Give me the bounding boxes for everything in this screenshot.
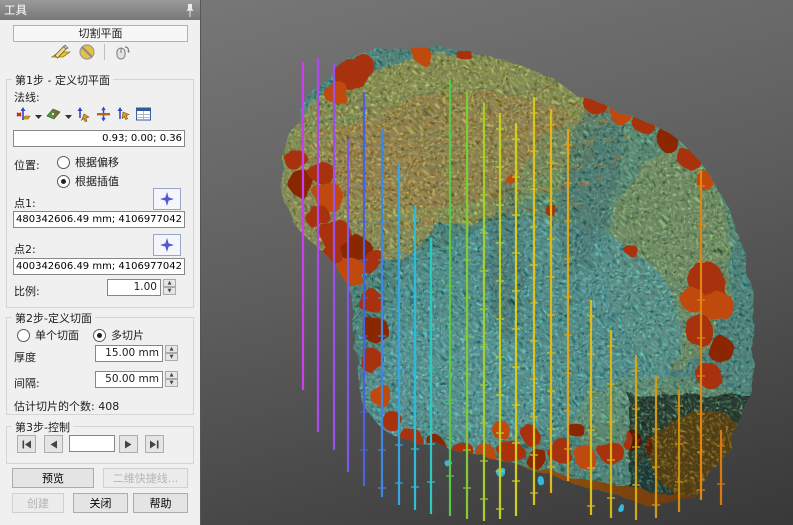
- radio-by-interpolation[interactable]: 根据插值: [57, 173, 119, 189]
- next-slice-button[interactable]: [119, 435, 138, 453]
- axes-pick-icon[interactable]: [15, 106, 32, 125]
- spacing-label: 间隔:: [14, 375, 40, 391]
- flip-normal-icon[interactable]: [95, 106, 112, 125]
- plane-pick-icon[interactable]: [45, 106, 62, 125]
- thickness-spinner: 15.00 mm ▲ ▼: [95, 345, 178, 362]
- slice-index-input[interactable]: [69, 435, 115, 452]
- disable-plane-icon[interactable]: [76, 42, 98, 62]
- radio-multi-label: 多切片: [111, 327, 144, 343]
- spacing-spinner: 50.00 mm ▲ ▼: [95, 371, 178, 388]
- panel-header: 切割平面: [13, 25, 188, 42]
- pointcloud-canvas[interactable]: [201, 0, 793, 525]
- polyline2d-button[interactable]: 二维快捷线...: [103, 468, 188, 488]
- axes-pick-dropdown-icon[interactable]: [35, 109, 42, 123]
- close-button[interactable]: 关闭: [73, 493, 128, 513]
- scale-label: 比例:: [14, 283, 40, 299]
- panel-title: 工具: [4, 2, 184, 18]
- tool-panel: 工具 切割平面: [0, 0, 200, 525]
- point1-pick-button[interactable]: [153, 188, 181, 210]
- point2-label: 点2:: [14, 241, 36, 257]
- scale-down-icon[interactable]: ▼: [163, 287, 176, 295]
- spacing-up-icon[interactable]: ▲: [165, 371, 178, 379]
- first-slice-icon: [22, 440, 31, 449]
- normal-value-input[interactable]: [13, 130, 185, 147]
- point2-value-input[interactable]: [13, 258, 185, 275]
- normal-icon-row: [15, 106, 152, 125]
- next-slice-icon: [125, 440, 132, 449]
- plane-pick-dropdown-icon[interactable]: [65, 109, 72, 123]
- scale-spinner: 1.00 ▲ ▼: [107, 279, 176, 296]
- radio-by-offset[interactable]: 根据偏移: [57, 154, 119, 170]
- step3-legend: 第3步-控制: [12, 419, 73, 435]
- thickness-value[interactable]: 15.00 mm: [95, 345, 163, 362]
- thickness-down-icon[interactable]: ▼: [165, 353, 178, 361]
- first-slice-button[interactable]: [17, 435, 36, 453]
- panel-toolbar: [50, 41, 133, 63]
- numeric-entry-icon[interactable]: [135, 106, 152, 125]
- point1-label: 点1:: [14, 195, 36, 211]
- scale-up-icon[interactable]: ▲: [163, 279, 176, 287]
- arrow-hand-pick-icon[interactable]: [75, 106, 92, 125]
- viewport[interactable]: [200, 0, 793, 525]
- edit-plane-icon[interactable]: [50, 42, 72, 62]
- step1-group: 第1步 - 定义切平面 法线:: [6, 79, 194, 308]
- step2-group: 第2步-定义切面 单个切面 多切片 厚度 15.00 mm ▲ ▼ 间隔: 50…: [6, 317, 194, 415]
- thickness-up-icon[interactable]: ▲: [165, 345, 178, 353]
- spacing-value[interactable]: 50.00 mm: [95, 371, 163, 388]
- create-button[interactable]: 创建: [12, 493, 64, 513]
- preview-button[interactable]: 预览: [12, 468, 94, 488]
- crosshair-star-icon: [160, 238, 174, 252]
- radio-single-section[interactable]: 单个切面: [17, 327, 79, 343]
- axis-hand-pick-icon[interactable]: [115, 106, 132, 125]
- prev-slice-button[interactable]: [44, 435, 63, 453]
- position-label: 位置:: [14, 157, 40, 173]
- panel-titlebar: 工具: [0, 0, 200, 20]
- toolbar-separator: [104, 44, 105, 60]
- radio-by-offset-label: 根据偏移: [75, 154, 119, 170]
- step2-legend: 第2步-定义切面: [12, 310, 95, 326]
- help-button[interactable]: 帮助: [133, 493, 188, 513]
- scale-value[interactable]: 1.00: [107, 279, 161, 296]
- estimated-slices-value: 408: [98, 400, 119, 413]
- normal-label: 法线:: [14, 89, 40, 105]
- estimated-slices-label: 估计切片的个数:: [14, 400, 95, 413]
- last-slice-icon: [150, 440, 159, 449]
- thickness-label: 厚度: [14, 349, 36, 365]
- step3-group: 第3步-控制: [6, 426, 194, 464]
- mouse-rotate-icon[interactable]: [111, 42, 133, 62]
- step1-legend: 第1步 - 定义切平面: [12, 72, 113, 88]
- point1-value-input[interactable]: [13, 211, 185, 228]
- spacing-down-icon[interactable]: ▼: [165, 379, 178, 387]
- prev-slice-icon: [50, 440, 57, 449]
- estimated-slices: 估计切片的个数: 408: [14, 398, 119, 414]
- radio-dot: [17, 329, 30, 342]
- point2-pick-button[interactable]: [153, 234, 181, 256]
- radio-dot: [93, 329, 106, 342]
- app-window: 工具 切割平面: [0, 0, 793, 525]
- radio-dot: [57, 156, 70, 169]
- crosshair-star-icon: [160, 192, 174, 206]
- pin-icon[interactable]: [184, 3, 196, 18]
- radio-by-interpolation-label: 根据插值: [75, 173, 119, 189]
- last-slice-button[interactable]: [145, 435, 164, 453]
- radio-dot: [57, 175, 70, 188]
- radio-multi-slices[interactable]: 多切片: [93, 327, 144, 343]
- radio-single-label: 单个切面: [35, 327, 79, 343]
